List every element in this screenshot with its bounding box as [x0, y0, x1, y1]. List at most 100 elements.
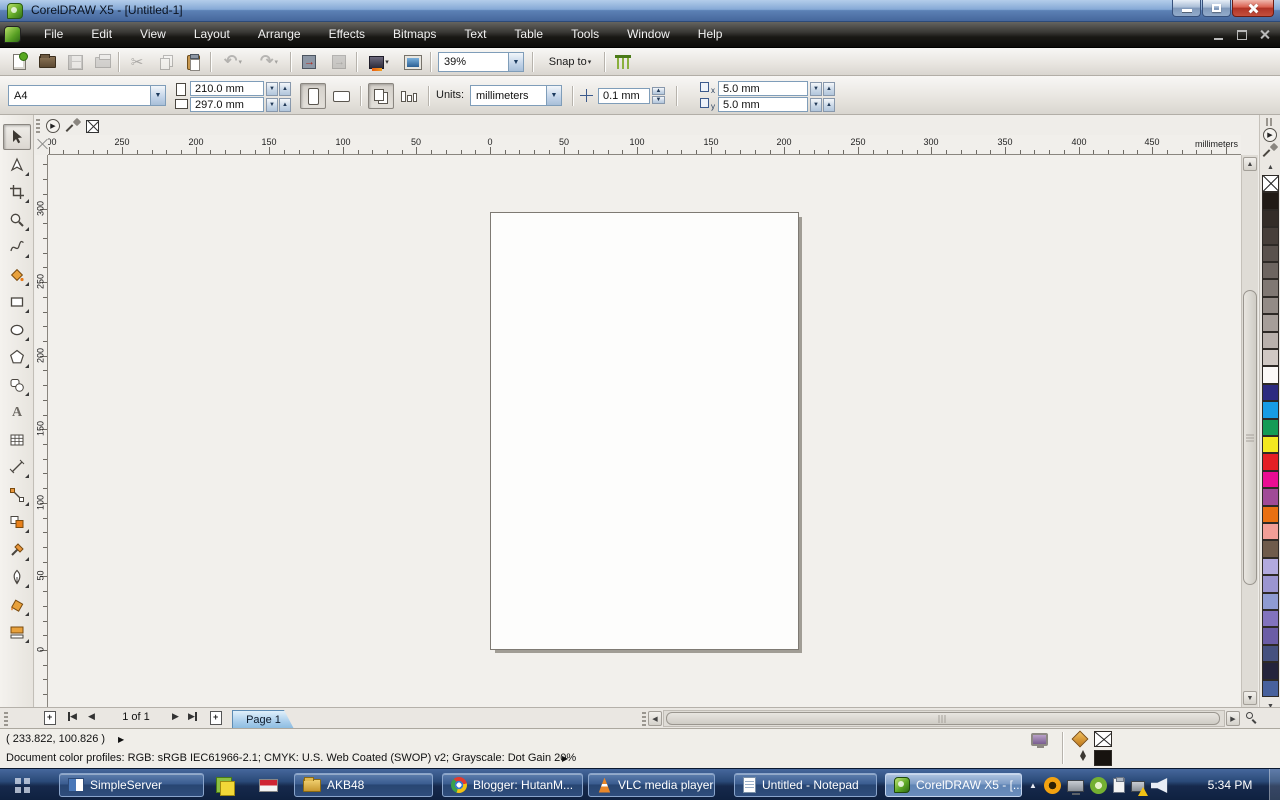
paper-preset-combo[interactable]: A4 ▼ [8, 85, 166, 106]
cursor-position-expand-icon[interactable]: ▶ [118, 735, 124, 744]
indonesia-flag-icon[interactable] [259, 779, 278, 792]
taskbar-button-notepad[interactable]: Untitled - Notepad [734, 773, 877, 797]
outline-color-swatch[interactable] [1094, 750, 1112, 766]
color-swatch[interactable] [1262, 331, 1279, 349]
no-fill-icon[interactable] [86, 119, 99, 133]
volume-icon[interactable] [1151, 778, 1168, 793]
application-launcher-button[interactable]: ▾ [362, 51, 396, 73]
parallel-dimension-tool[interactable] [3, 454, 31, 480]
undo-button[interactable]: ↶ ▾ [216, 51, 250, 73]
play-macro-icon[interactable]: ▶ [46, 119, 60, 133]
freehand-tool[interactable] [3, 234, 31, 260]
units-combo[interactable]: millimeters ▼ [470, 85, 562, 106]
flyout-arrow-icon[interactable] [25, 529, 29, 533]
polygon-tool[interactable] [3, 344, 31, 370]
color-swatch[interactable] [1262, 505, 1279, 523]
copy-button[interactable] [152, 51, 178, 73]
tray-expand-icon[interactable]: ▲ [1028, 777, 1038, 794]
flyout-arrow-icon[interactable] [25, 474, 29, 478]
options-button[interactable] [610, 51, 636, 73]
scroll-left-icon[interactable]: ◀ [648, 711, 662, 726]
redo-button[interactable]: ↷ ▾ [252, 51, 286, 73]
scroll-down-icon[interactable]: ▼ [1243, 691, 1257, 705]
flyout-arrow-icon[interactable] [25, 391, 29, 396]
nudge-offset-field[interactable]: 0.1 mm [598, 88, 650, 104]
color-swatch[interactable] [1262, 192, 1279, 210]
menu-help[interactable]: Help [684, 22, 737, 48]
flyout-arrow-icon[interactable] [25, 611, 29, 616]
document-page[interactable] [490, 212, 799, 650]
color-swatch[interactable] [1262, 592, 1279, 610]
zoom-to-area-button[interactable] [1243, 710, 1259, 727]
hscroll-grip[interactable] [642, 712, 646, 726]
zoom-tool[interactable] [3, 207, 31, 233]
taskbar-button-vlc[interactable]: VLC media player [588, 773, 715, 797]
straight-line-connector-tool[interactable] [3, 482, 31, 508]
all-pages-button[interactable] [368, 83, 394, 109]
menu-effects[interactable]: Effects [315, 22, 379, 48]
fill-color-icon[interactable] [1072, 731, 1088, 745]
color-swatch[interactable] [1262, 557, 1279, 576]
pick-tool[interactable] [3, 124, 31, 150]
text-tool[interactable]: A [3, 399, 31, 425]
color-swatch[interactable] [1262, 644, 1279, 663]
fill-tool[interactable] [3, 592, 31, 618]
display-icon[interactable] [1067, 780, 1084, 795]
color-swatch[interactable] [1262, 610, 1279, 628]
paper-height-field[interactable]: 297.0 mm [190, 97, 264, 112]
document-icon[interactable] [4, 26, 21, 43]
ellipse-tool[interactable] [3, 317, 31, 343]
flyout-arrow-icon[interactable] [25, 639, 29, 643]
mdi-minimize-button[interactable] [1212, 29, 1226, 40]
zoom-combo-arrow-icon[interactable]: ▼ [508, 53, 523, 71]
eyedropper-icon[interactable] [66, 119, 80, 133]
horizontal-ruler[interactable]: millimeters 300 250 200 150 100 50 0 50 100 150 20… [48, 135, 1241, 155]
color-swatch[interactable] [1262, 627, 1279, 645]
scroll-right-icon[interactable]: ▶ [1226, 711, 1240, 726]
media-orange-icon[interactable] [1044, 776, 1061, 794]
add-page-end-button[interactable] [210, 711, 222, 725]
navigator-grip[interactable] [4, 712, 8, 726]
color-swatch-none[interactable] [1262, 175, 1279, 193]
zoom-levels-combo[interactable]: 39% ▼ [438, 52, 524, 72]
shape-tool[interactable] [3, 152, 31, 178]
basic-shapes-tool[interactable] [3, 372, 31, 398]
flyout-arrow-icon[interactable] [25, 584, 29, 588]
color-swatch[interactable] [1262, 679, 1279, 697]
smart-fill-tool[interactable] [3, 262, 31, 288]
vertical-scrollbar[interactable]: ▲ ▼ [1241, 155, 1258, 707]
flyout-arrow-icon[interactable] [25, 281, 29, 286]
nudge-offset-spinner[interactable]: ▲ ▼ [652, 87, 665, 104]
menu-window[interactable]: Window [613, 22, 684, 48]
palette-flyout-icon[interactable]: ▶ [1263, 128, 1277, 142]
page-tab[interactable]: Page 1 [232, 710, 294, 729]
color-swatch[interactable] [1262, 418, 1279, 436]
color-swatch[interactable] [1262, 523, 1279, 541]
minimize-button[interactable] [1172, 0, 1201, 17]
duplicate-x-spinner[interactable]: ▼ ▲ [810, 82, 835, 96]
taskbar-button-coreldraw[interactable]: CorelDRAW X5 - [... [885, 773, 1022, 797]
outline-color-icon[interactable] [1078, 750, 1088, 765]
color-swatch[interactable] [1262, 488, 1279, 506]
landscape-button[interactable] [328, 83, 354, 109]
snap-to-button[interactable]: Snap to ▾ [540, 51, 600, 73]
flyout-arrow-icon[interactable] [25, 309, 29, 313]
mdi-restore-button[interactable] [1235, 29, 1249, 40]
sticky-notes-icon[interactable] [216, 777, 235, 796]
color-profiles-expand-icon[interactable]: ▶ [562, 754, 568, 763]
duplicate-y-spinner[interactable]: ▼ ▲ [810, 98, 835, 112]
last-page-button[interactable]: ▶ [188, 711, 197, 722]
rectangle-tool[interactable] [3, 289, 31, 315]
restore-button[interactable] [1202, 0, 1231, 17]
menu-file[interactable]: File [30, 22, 77, 48]
next-page-button[interactable]: ▶ [172, 711, 179, 722]
color-swatch[interactable] [1262, 279, 1279, 297]
table-tool[interactable] [3, 427, 31, 453]
color-eyedropper-tool[interactable] [3, 537, 31, 563]
flyout-arrow-icon[interactable] [25, 171, 29, 176]
crop-tool[interactable] [3, 179, 31, 205]
color-swatch[interactable] [1262, 227, 1279, 245]
show-desktop-button[interactable] [1269, 769, 1280, 800]
mdi-close-button[interactable] [1258, 29, 1272, 40]
color-swatch[interactable] [1262, 244, 1279, 262]
